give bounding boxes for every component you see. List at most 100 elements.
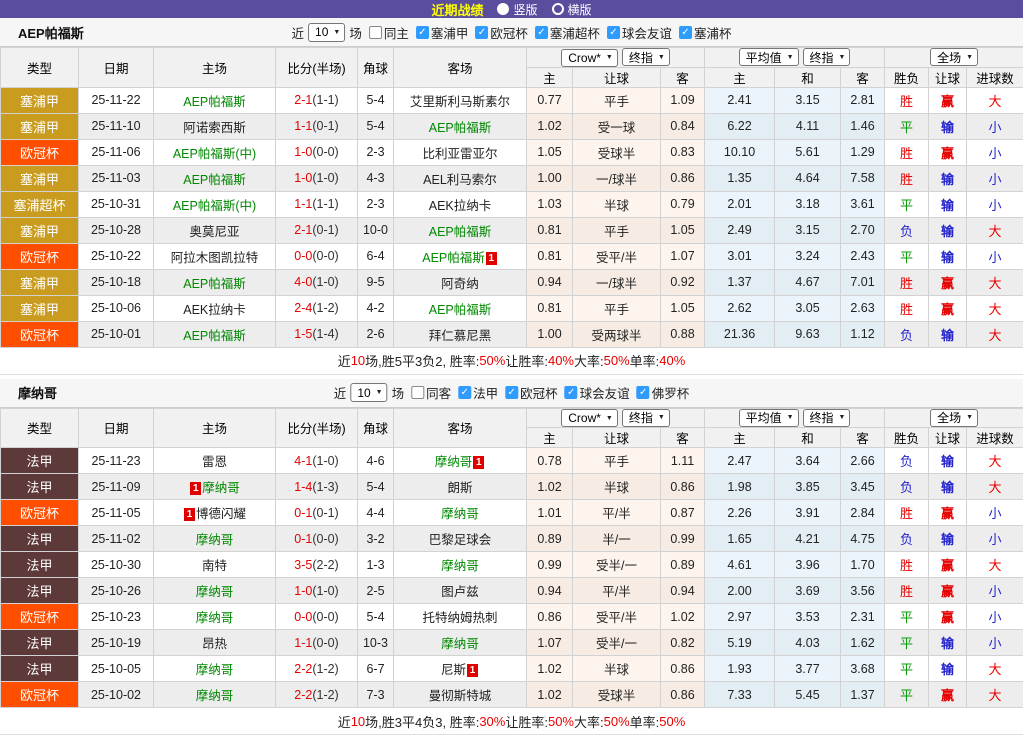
filters: 近10▼场同主✓塞浦甲✓欧冠杯✓塞浦超杯✓球会友谊✓塞浦杯 xyxy=(291,23,733,42)
radio-selected-icon[interactable] xyxy=(497,3,509,15)
team-label: 摩纳哥 xyxy=(196,663,234,677)
team-label: 图卢兹 xyxy=(441,585,479,599)
same-venue-checkbox[interactable] xyxy=(411,386,424,399)
league-checkbox[interactable]: ✓ xyxy=(505,386,518,399)
handicap-result-cell: 赢 xyxy=(929,500,967,526)
goals-result-cell: 小 xyxy=(967,500,1023,526)
corners-cell: 5-4 xyxy=(358,113,394,139)
match-count-select[interactable]: 10▼ xyxy=(308,23,345,42)
red-card-badge: 1 xyxy=(473,456,484,469)
league-checkbox[interactable]: ✓ xyxy=(637,386,650,399)
date-cell: 25-11-23 xyxy=(79,448,154,474)
league-checkbox[interactable]: ✓ xyxy=(535,26,548,39)
goals-result-cell: 大 xyxy=(967,682,1023,708)
handicap-odds-cell: 半/一 xyxy=(573,526,661,552)
odds-source-select[interactable]: Crow*▼ xyxy=(561,49,618,67)
corners-cell: 5-4 xyxy=(358,87,394,113)
league-checkbox[interactable]: ✓ xyxy=(416,26,429,39)
scope-select[interactable]: 全场▼ xyxy=(930,409,978,427)
score-cell: 1-0(0-0) xyxy=(276,139,358,165)
team-label: 摩纳哥 xyxy=(435,455,473,469)
radio-horizontal-layout[interactable]: 横版 xyxy=(552,1,592,18)
league-checkbox[interactable]: ✓ xyxy=(565,386,578,399)
corners-cell: 5-4 xyxy=(358,604,394,630)
team-label: AEP帕福斯 xyxy=(183,173,246,187)
radio-horizontal-label: 横版 xyxy=(568,1,592,18)
sub-column-header: 主 xyxy=(527,67,573,87)
match-row: 法甲25-10-19昂热1-1(0-0)10-3摩纳哥1.07受半/一0.825… xyxy=(1,630,1023,656)
scope-select[interactable]: 全场▼ xyxy=(930,48,978,66)
odds-source-select[interactable]: Crow*▼ xyxy=(561,409,618,427)
league-cell: 塞浦超杯 xyxy=(1,191,79,217)
chevron-down-icon: ▼ xyxy=(966,414,973,421)
results-table: 类型日期主场比分(半场)角球客场Crow*▼终指▼平均值▼终指▼全场▼主让球客主… xyxy=(0,47,1023,348)
average-odds-cell: 1.37 xyxy=(841,682,885,708)
team-label: 阿奇纳 xyxy=(441,277,479,291)
avg-source-select[interactable]: 平均值▼ xyxy=(739,48,799,66)
avg-source-select-value: 平均值 xyxy=(746,409,782,426)
league-checkbox[interactable]: ✓ xyxy=(607,26,620,39)
avg-kind-select[interactable]: 终指▼ xyxy=(803,48,851,66)
home-team-cell: 摩纳哥 xyxy=(154,526,276,552)
same-venue-checkbox[interactable] xyxy=(369,26,382,39)
goals-result-cell: 大 xyxy=(967,656,1023,682)
handicap-odds-cell: 1.05 xyxy=(661,217,705,243)
date-cell: 25-10-26 xyxy=(79,578,154,604)
fulltime-score: 0-0 xyxy=(294,249,312,263)
away-team-cell: 摩纳哥 xyxy=(394,630,527,656)
handicap-result-cell: 赢 xyxy=(929,578,967,604)
average-odds-cell: 7.58 xyxy=(841,165,885,191)
handicap-result-cell: 赢 xyxy=(929,604,967,630)
fulltime-score: 1-1 xyxy=(294,119,312,133)
games-label: 场 xyxy=(392,383,405,402)
home-team-cell: AEP帕福斯 xyxy=(154,165,276,191)
goals-result-cell: 小 xyxy=(967,191,1023,217)
avg-kind-select[interactable]: 终指▼ xyxy=(803,409,851,427)
average-odds-cell: 3.85 xyxy=(775,474,841,500)
radio-unselected-icon[interactable] xyxy=(552,3,564,15)
team-label: 摩纳哥 xyxy=(196,533,234,547)
summary-segment: 10 xyxy=(351,353,365,368)
league-checkbox[interactable]: ✓ xyxy=(679,26,692,39)
same-venue-label: 同主 xyxy=(384,23,409,42)
league-checkbox[interactable]: ✓ xyxy=(475,26,488,39)
corners-cell: 4-2 xyxy=(358,295,394,321)
summary-segment: 50% xyxy=(604,714,630,729)
average-odds-cell: 2.97 xyxy=(705,604,775,630)
score-cell: 2-4(1-2) xyxy=(276,295,358,321)
average-odds-cell: 1.46 xyxy=(841,113,885,139)
team-label: 艾里斯利马斯素尔 xyxy=(410,95,510,109)
odds-kind-select[interactable]: 终指▼ xyxy=(622,409,670,427)
average-odds-cell: 2.43 xyxy=(841,243,885,269)
handicap-odds-cell: 0.86 xyxy=(661,656,705,682)
league-checkbox-label: 法甲 xyxy=(473,383,498,402)
team-label: 博德闪耀 xyxy=(196,507,246,521)
handicap-odds-cell: 0.89 xyxy=(661,552,705,578)
record-summary: 近10场,胜3平4负3, 胜率:30% 让胜率:50% 大率:50% 单率:50… xyxy=(0,708,1023,735)
score-cell: 4-1(1-0) xyxy=(276,448,358,474)
handicap-odds-cell: 受半/一 xyxy=(573,630,661,656)
goals-result-cell: 小 xyxy=(967,578,1023,604)
date-cell: 25-10-31 xyxy=(79,191,154,217)
match-row: 法甲25-10-26摩纳哥1-0(1-0)2-5图卢兹0.94平/半0.942.… xyxy=(1,578,1023,604)
date-cell: 25-11-02 xyxy=(79,526,154,552)
handicap-odds-cell: 受半/一 xyxy=(573,552,661,578)
win-draw-loss-cell: 负 xyxy=(885,321,929,347)
odds-kind-select[interactable]: 终指▼ xyxy=(622,48,670,66)
league-checkbox-label: 球会友谊 xyxy=(622,23,672,42)
section-header: 摩纳哥近10▼场同客✓法甲✓欧冠杯✓球会友谊✓佛罗杯 xyxy=(0,379,1023,408)
average-odds-cell: 9.63 xyxy=(775,321,841,347)
win-draw-loss-cell: 胜 xyxy=(885,295,929,321)
summary-segment: 40% xyxy=(548,353,574,368)
average-odds-cell: 21.36 xyxy=(705,321,775,347)
radio-vertical-layout[interactable]: 竖版 xyxy=(497,1,537,18)
score-cell: 0-1(0-1) xyxy=(276,500,358,526)
avg-source-select[interactable]: 平均值▼ xyxy=(739,409,799,427)
league-checkbox[interactable]: ✓ xyxy=(458,386,471,399)
topbar: 近期战绩 竖版 横版 xyxy=(0,0,1023,18)
match-count-select[interactable]: 10▼ xyxy=(350,383,387,402)
handicap-odds-cell: 0.81 xyxy=(527,243,573,269)
team-label: 摩纳哥 xyxy=(441,637,479,651)
handicap-odds-cell: 0.94 xyxy=(661,578,705,604)
team-name: AEP帕福斯 xyxy=(18,23,84,42)
